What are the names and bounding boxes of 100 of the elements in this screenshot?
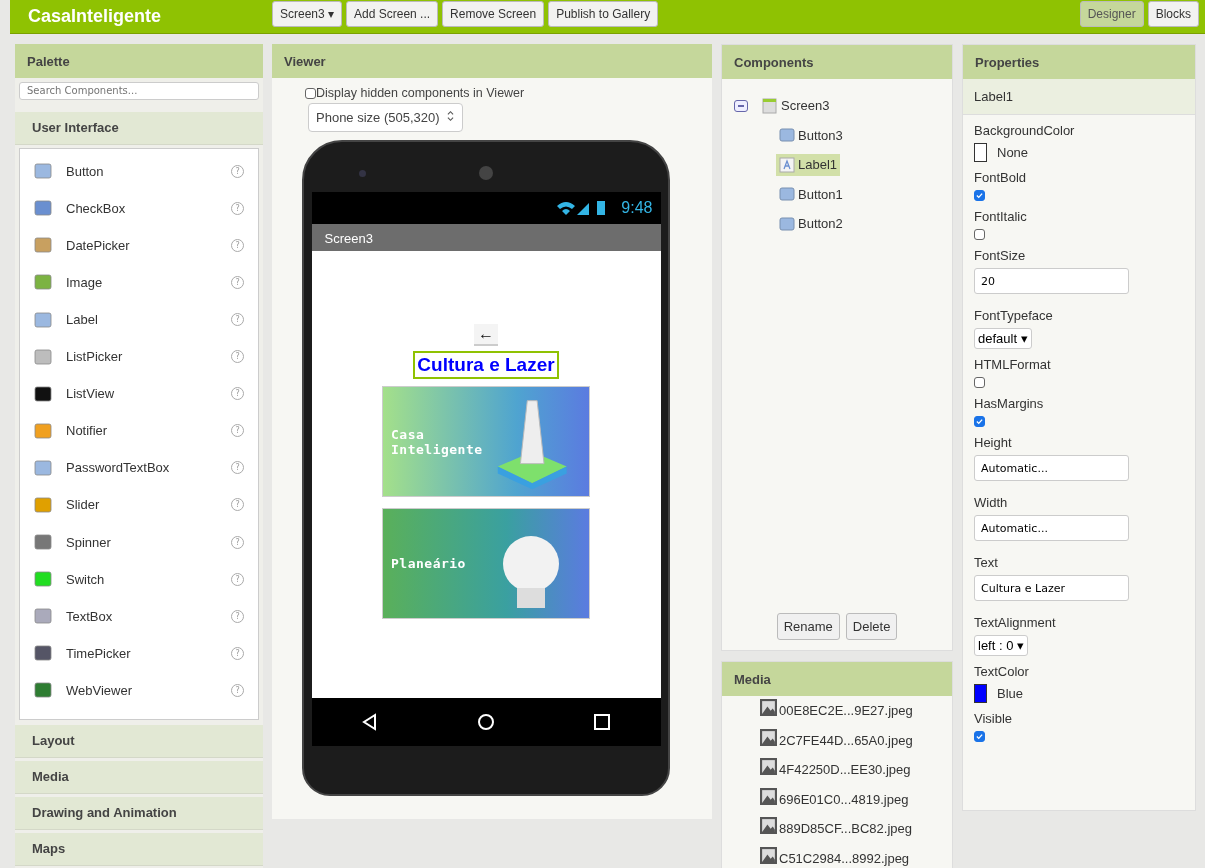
checkbox[interactable] (974, 731, 985, 742)
component-name[interactable]: TimePicker (66, 645, 231, 661)
toolbar-button[interactable]: Publish to Gallery (548, 0, 659, 27)
color-swatch[interactable] (974, 684, 987, 703)
tree-item[interactable]: Button3 (776, 124, 846, 147)
action-button[interactable]: Delete (845, 613, 898, 640)
component-icon (34, 496, 52, 514)
property-name: FontTypeface (974, 308, 1053, 323)
image-file-icon (760, 728, 777, 746)
component-name[interactable]: WebViewer (66, 682, 231, 698)
tree-item[interactable]: Screen3 (781, 98, 830, 114)
media-file[interactable]: 4F42250D...EE30.jpeg (779, 762, 911, 778)
property-field[interactable]: Cultura e Lazer (974, 575, 1129, 601)
collapse-icon[interactable] (734, 99, 748, 112)
category-header[interactable]: Layout (15, 725, 263, 758)
screen-title: Screen3 (311, 224, 661, 251)
component-icon (34, 310, 52, 329)
status-time: 9:48 (621, 199, 653, 217)
media-file[interactable]: 2C7FE44D...65A0.jpeg (779, 732, 913, 748)
toolbar-button[interactable]: Remove Screen (442, 0, 545, 27)
property-name: Width (974, 495, 1008, 510)
checkbox[interactable] (974, 416, 985, 427)
speaker-icon (479, 166, 493, 180)
category-header[interactable]: Drawing and Animation (15, 797, 263, 830)
component-icon (34, 199, 52, 218)
component-name[interactable]: TextBox (66, 608, 231, 624)
image-file-icon (760, 787, 777, 805)
component-name[interactable]: Slider (66, 497, 231, 513)
property-name: FontItalic (974, 209, 1027, 224)
component-icon (34, 162, 52, 181)
tree-item[interactable]: Label1 (776, 153, 841, 176)
property-dropdown[interactable]: default ▾ (974, 328, 1032, 349)
checkbox[interactable] (305, 87, 316, 99)
component-name[interactable]: ListView (66, 386, 231, 402)
panel-header: Properties (963, 45, 1195, 79)
media-file[interactable]: 696E01C0...4819.jpeg (779, 791, 909, 807)
media-file[interactable]: C51C2984...8992.jpeg (779, 850, 910, 866)
toolbar-button[interactable]: Add Screen ... (346, 0, 439, 27)
label-icon (779, 156, 795, 173)
home-icon[interactable] (476, 712, 496, 732)
image-file-icon (760, 758, 777, 776)
component-name[interactable]: Spinner (66, 534, 231, 550)
size-dropdown[interactable]: Phone size (505,320) (308, 103, 464, 132)
property-name: Visible (974, 711, 1013, 726)
property-name: Text (974, 555, 998, 570)
property-name: FontSize (974, 248, 1026, 263)
search-field[interactable]: Search Components... (19, 82, 259, 100)
component-name[interactable]: Notifier (66, 423, 231, 439)
component-icon (34, 681, 52, 700)
back-button[interactable]: ← (474, 324, 498, 346)
panel-header: Components (722, 45, 952, 79)
color-value[interactable]: Blue (997, 686, 1024, 701)
component-name[interactable]: Button (66, 163, 231, 179)
property-name: HasMargins (974, 396, 1044, 411)
component-name[interactable]: Switch (66, 571, 231, 587)
component-name[interactable]: CheckBox (66, 200, 231, 216)
tree-item[interactable]: Button1 (776, 183, 846, 206)
image-file-icon (760, 699, 777, 717)
mode-button[interactable]: Designer (1079, 0, 1144, 27)
app-name: CasaInteligente (28, 6, 163, 27)
component-icon (34, 236, 52, 255)
property-name: Height (974, 435, 1012, 450)
category-header[interactable]: Maps (15, 833, 263, 866)
property-name: HTMLFormat (974, 357, 1051, 372)
media-file[interactable]: 00E8EC2E...9E27.jpeg (779, 703, 913, 719)
tree-item[interactable]: Button2 (776, 212, 846, 235)
component-name[interactable]: DatePicker (66, 237, 231, 253)
updown-icon (446, 110, 456, 122)
button-icon (779, 215, 795, 232)
component-icon (34, 607, 52, 626)
component-name[interactable]: PasswordTextBox (66, 460, 231, 476)
selected-component: Label1 (963, 79, 1195, 115)
image-file-icon (760, 817, 777, 835)
panel-header: Media (722, 662, 952, 696)
category-header[interactable]: Media (15, 761, 263, 794)
component-icon (34, 347, 52, 366)
component-name[interactable]: Label (66, 312, 231, 327)
property-dropdown[interactable]: left : 0 ▾ (974, 635, 1029, 656)
component-name[interactable]: ListPicker (66, 349, 231, 365)
property-field[interactable]: 20 (974, 268, 1129, 294)
component-icon (34, 384, 52, 403)
property-field[interactable]: Automatic... (974, 455, 1129, 481)
media-file[interactable]: 889D85CF...BC82.jpeg (779, 821, 912, 837)
component-name[interactable]: Image (66, 274, 231, 290)
action-button[interactable]: Rename (776, 613, 840, 640)
mode-button[interactable]: Blocks (1147, 0, 1199, 27)
property-field[interactable]: Automatic... (974, 515, 1129, 541)
property-name: BackgroundColor (974, 123, 1075, 138)
toolbar-button[interactable]: Screen3 ▾ (272, 0, 343, 27)
property-name: TextColor (974, 664, 1029, 679)
color-value[interactable]: None (997, 145, 1029, 160)
recents-icon[interactable] (592, 712, 613, 732)
property-name: TextAlignment (974, 615, 1056, 630)
category-header[interactable]: User Interface (15, 111, 263, 145)
color-swatch[interactable] (974, 143, 987, 162)
checkbox[interactable] (974, 377, 985, 388)
panel-header: Viewer (272, 44, 712, 78)
checkbox[interactable] (974, 190, 985, 201)
camera-icon (359, 170, 366, 177)
checkbox[interactable] (974, 229, 985, 240)
